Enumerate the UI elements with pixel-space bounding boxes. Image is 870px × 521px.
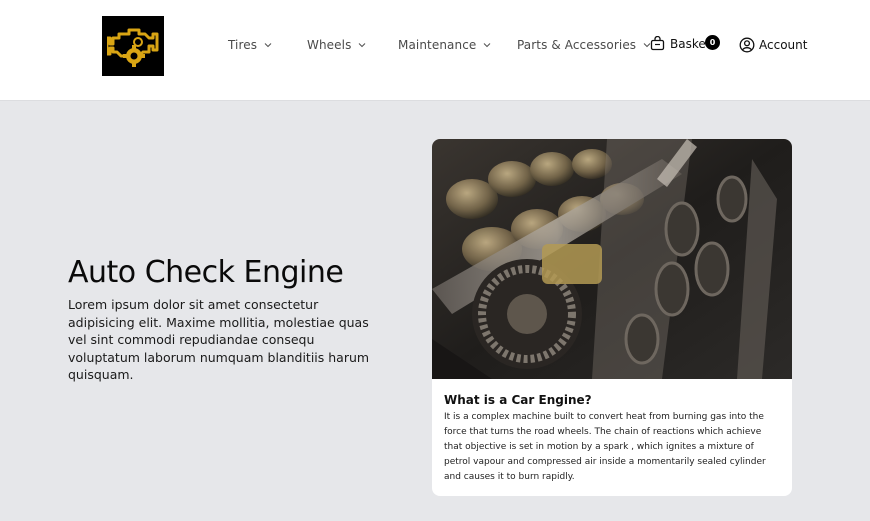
nav-parts-label: Parts & Accessories <box>517 38 637 52</box>
engine-logo[interactable] <box>102 16 164 76</box>
account-button[interactable]: Account <box>739 37 807 53</box>
site-header: Tires Wheels Maintenance Parts & Accesso… <box>0 0 870 101</box>
hero-title: Auto Check Engine <box>68 255 344 290</box>
user-icon <box>739 37 755 53</box>
nav-maintenance-label: Maintenance <box>398 38 477 52</box>
card-description: It is a complex machine built to convert… <box>444 412 766 482</box>
chevron-down-icon <box>264 43 272 48</box>
account-label: Account <box>759 38 808 52</box>
nav-tires[interactable]: Tires <box>228 38 273 52</box>
basket-icon <box>650 36 665 51</box>
chevron-down-icon <box>484 43 491 48</box>
nav-maintenance[interactable]: Maintenance <box>398 38 492 52</box>
nav-parts-accessories[interactable]: Parts & Accessories <box>517 38 652 52</box>
engine-info-card: What is a Car Engine? It is a complex ma… <box>432 139 792 496</box>
nav-wheels-label: Wheels <box>307 38 352 52</box>
chevron-down-icon <box>359 43 366 48</box>
hero-description: Lorem ipsum dolor sit amet consectetur a… <box>68 297 370 382</box>
engine-photo <box>432 139 792 379</box>
nav-tires-label: Tires <box>228 38 258 52</box>
nav-wheels[interactable]: Wheels <box>307 38 367 52</box>
basket-count-badge: 0 <box>705 35 720 50</box>
check-engine-icon <box>107 28 159 67</box>
basket-button[interactable]: Basket <box>650 36 710 51</box>
card-title: What is a Car Engine? <box>444 393 592 407</box>
